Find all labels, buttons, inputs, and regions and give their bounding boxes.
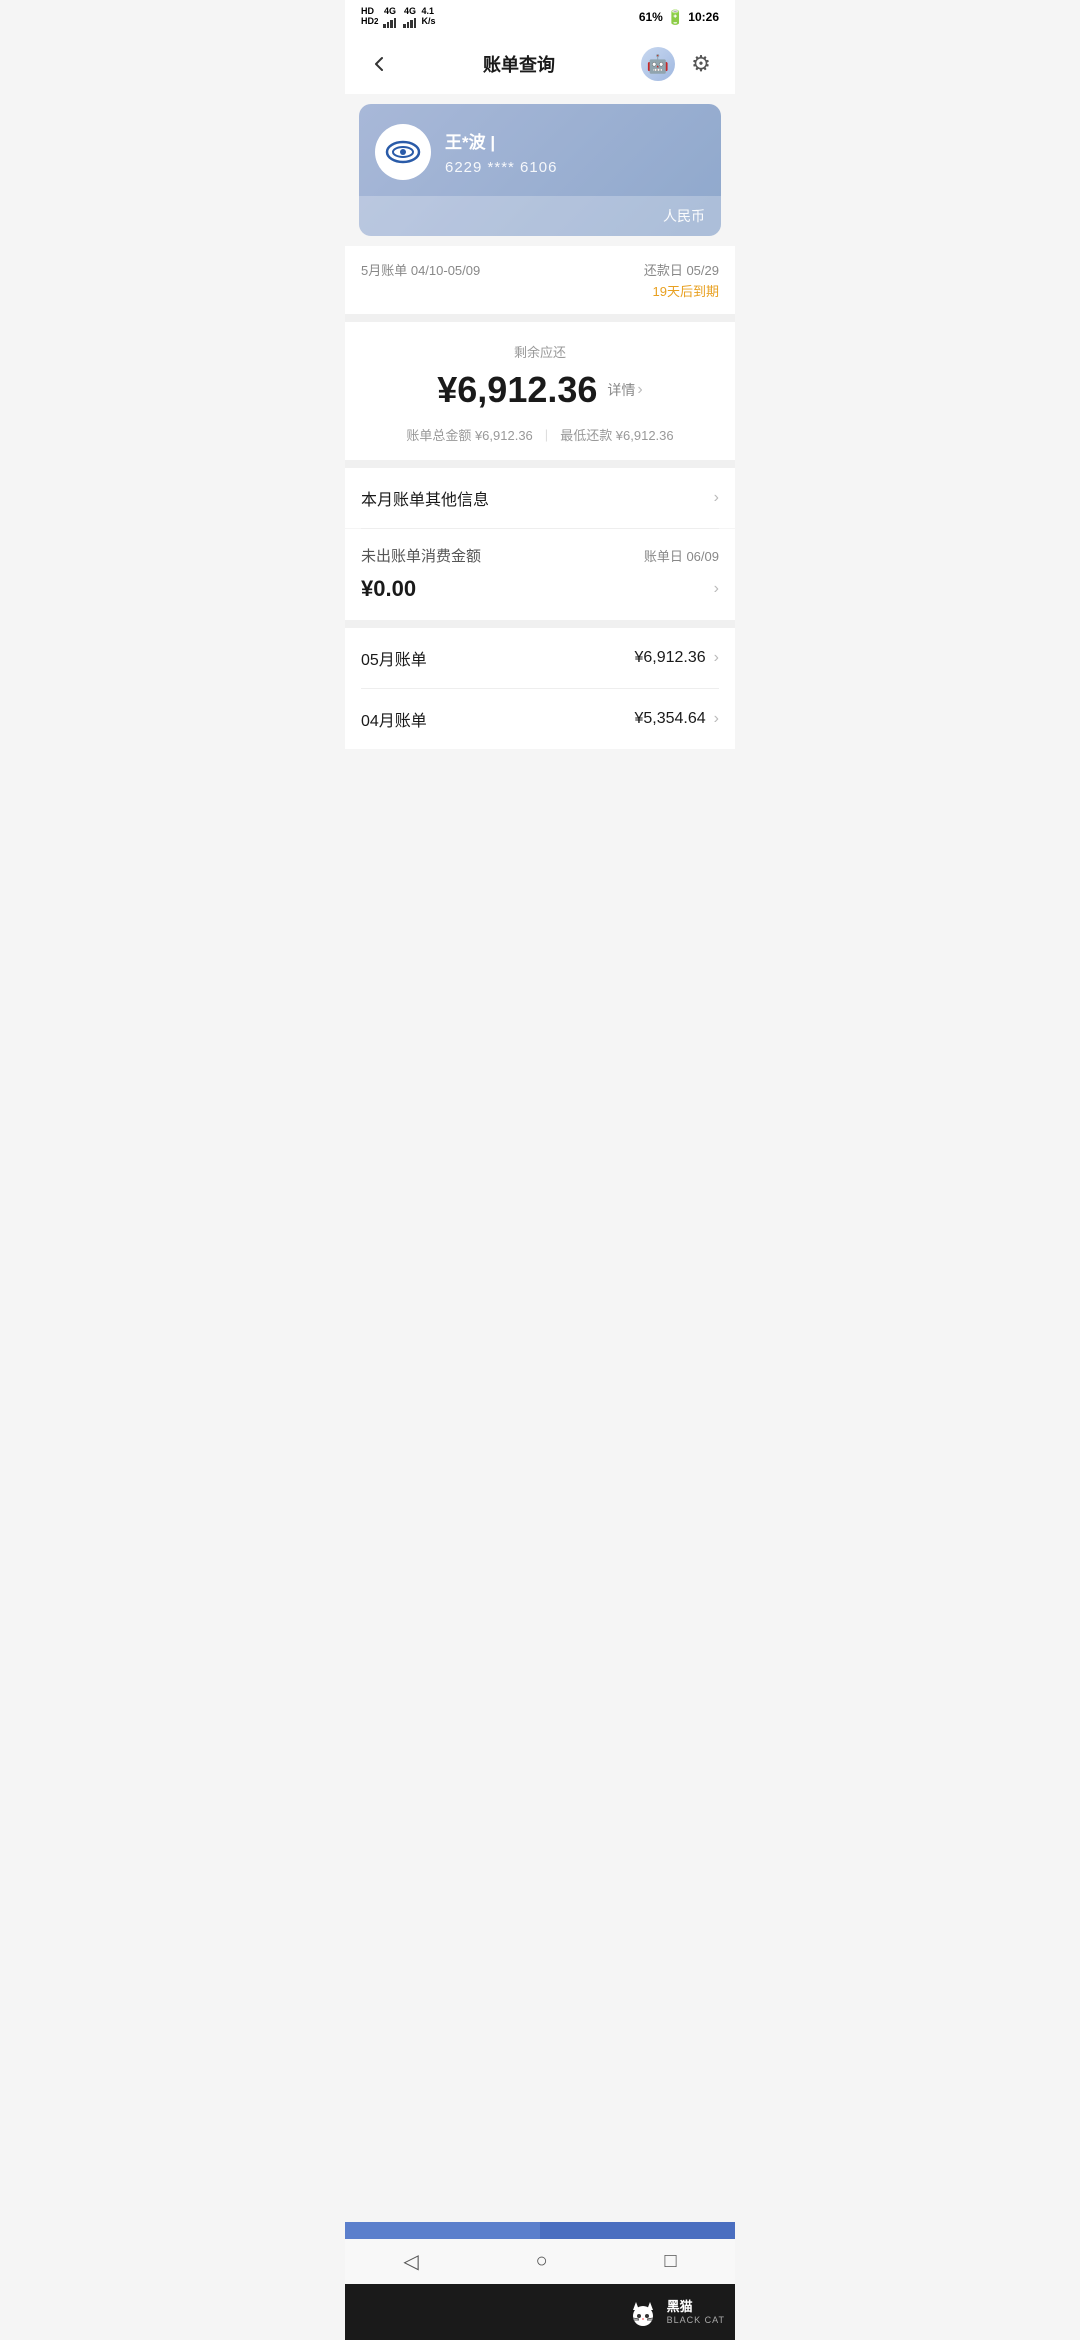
bill-amount-1: ¥5,354.64	[634, 710, 705, 728]
other-info-chevron: ›	[714, 489, 719, 507]
detail-label: 详情	[607, 380, 635, 400]
blackcat-text-en: BLACK CAT	[667, 2315, 725, 2325]
speed-indicator: 4.1K/s	[421, 7, 435, 27]
main-amount: ¥6,912.36	[437, 369, 597, 411]
page-title: 账单查询	[397, 51, 641, 77]
battery-text: 61%	[639, 10, 663, 24]
amount-row: ¥6,912.36 详情 ›	[361, 369, 719, 411]
unprocessed-amount-row[interactable]: ¥0.00 ›	[361, 576, 719, 602]
total-amount: 账单总金额 ¥6,912.36	[406, 425, 532, 444]
unprocessed-title: 未出账单消费金额	[361, 545, 481, 566]
unprocessed-chevron: ›	[714, 580, 719, 598]
nav-recent[interactable]: □	[664, 2250, 676, 2273]
card-top: 王*波 | 6229 **** 6106	[359, 104, 721, 196]
due-date: 还款日 05/29	[644, 260, 719, 279]
nav-back[interactable]: ◁	[403, 2249, 418, 2274]
period-right: 还款日 05/29 19天后到期	[644, 260, 719, 300]
amount-section: 剩余应还 ¥6,912.36 详情 › 账单总金额 ¥6,912.36 | 最低…	[345, 322, 735, 460]
monthly-bills-section: 05月账单 ¥6,912.36 › 04月账单 ¥5,354.64 ›	[345, 628, 735, 749]
bill-item-0[interactable]: 05月账单 ¥6,912.36 ›	[345, 628, 735, 688]
divider-2	[345, 460, 735, 468]
bill-right-1: ¥5,354.64 ›	[634, 710, 719, 728]
time-display: 10:26	[688, 10, 719, 24]
bill-chevron-0: ›	[714, 649, 719, 667]
status-right: 61% 🔋 10:26	[639, 9, 719, 26]
detail-chevron: ›	[637, 381, 642, 399]
settings-icon-btn[interactable]: ⚙	[683, 46, 719, 82]
bill-chevron-1: ›	[714, 710, 719, 728]
signal-group: 4G	[383, 6, 396, 28]
system-nav: ◁ ○ □	[345, 2239, 735, 2284]
robot-icon-btn[interactable]: 🤖	[641, 47, 675, 81]
days-left: 19天后到期	[644, 281, 719, 300]
network-indicator: HDHD2	[361, 7, 378, 27]
other-info-item[interactable]: 本月账单其他信息 ›	[345, 468, 735, 528]
unprocessed-amount: ¥0.00	[361, 576, 416, 602]
bill-amount-0: ¥6,912.36	[634, 649, 705, 667]
battery-icon: 🔋	[667, 9, 684, 26]
unprocessed-date: 账单日 06/09	[644, 546, 719, 565]
min-payment: 最低还款 ¥6,912.36	[560, 425, 673, 444]
card-number: 6229 **** 6106	[445, 159, 705, 176]
amount-label: 剩余应还	[361, 342, 719, 361]
card-logo	[375, 124, 431, 180]
amount-sub: 账单总金额 ¥6,912.36 | 最低还款 ¥6,912.36	[361, 425, 719, 444]
billing-period-section: 5月账单 04/10-05/09 还款日 05/29 19天后到期	[345, 246, 735, 314]
bottom-spacer	[345, 749, 735, 869]
other-info-right: ›	[714, 489, 719, 507]
sub-divider: |	[545, 427, 548, 442]
billing-period-label: 5月账单 04/10-05/09	[361, 260, 480, 279]
bill-right-0: ¥6,912.36 ›	[634, 649, 719, 667]
other-info-label: 本月账单其他信息	[361, 486, 489, 510]
detail-link[interactable]: 详情 ›	[607, 380, 642, 400]
blackcat-cat-icon	[625, 2294, 661, 2330]
card-user-name: 王*波 |	[445, 128, 705, 153]
header-icons: 🤖 ⚙	[641, 46, 719, 82]
bill-label-1: 04月账单	[361, 707, 427, 731]
card-section: 王*波 | 6229 **** 6106 人民币	[359, 104, 721, 236]
back-button[interactable]	[361, 46, 397, 82]
status-bar: HDHD2 4G 4G 4.1K/s 61% 🔋 10:26	[345, 0, 735, 34]
card-currency: 人民币	[359, 196, 721, 236]
card-info: 王*波 | 6229 **** 6106	[445, 128, 705, 176]
divider-1	[345, 314, 735, 322]
blackcat-logo: 黑猫 BLACK CAT	[625, 2294, 725, 2330]
unprocessed-header: 未出账单消费金额 账单日 06/09	[361, 545, 719, 566]
status-left: HDHD2 4G 4G 4.1K/s	[361, 6, 435, 28]
unprocessed-section: 未出账单消费金额 账单日 06/09 ¥0.00 ›	[345, 529, 735, 620]
blackcat-text-group: 黑猫 BLACK CAT	[667, 2299, 725, 2325]
bill-label-0: 05月账单	[361, 646, 427, 670]
header: 账单查询 🤖 ⚙	[345, 34, 735, 94]
nav-home[interactable]: ○	[536, 2250, 548, 2273]
bill-item-1[interactable]: 04月账单 ¥5,354.64 ›	[345, 689, 735, 749]
signal-group2: 4G	[403, 6, 416, 28]
robot-icon: 🤖	[647, 54, 669, 75]
blackcat-bar: 黑猫 BLACK CAT	[345, 2284, 735, 2340]
divider-3	[345, 620, 735, 628]
blackcat-text-cn: 黑猫	[667, 2299, 725, 2315]
